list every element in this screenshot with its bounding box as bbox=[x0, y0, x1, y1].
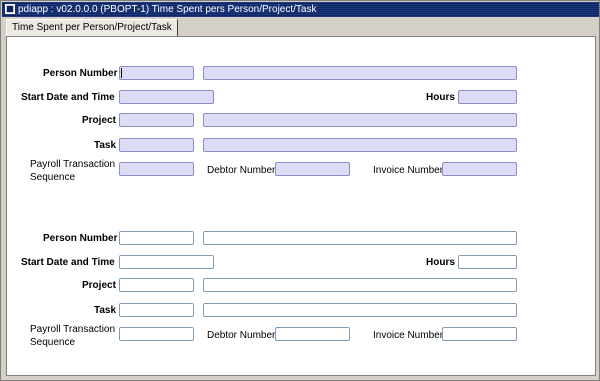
detail-project-field[interactable] bbox=[119, 278, 194, 292]
payroll-sequence-field[interactable] bbox=[119, 162, 194, 176]
detail-payroll-label-line1: Payroll Transaction bbox=[30, 324, 116, 335]
detail-invoice-number-field[interactable] bbox=[442, 327, 517, 341]
form-panel: Person Number Start Date and Time Hours … bbox=[6, 36, 596, 376]
hours-field[interactable] bbox=[458, 90, 517, 104]
debtor-number-field[interactable] bbox=[275, 162, 350, 176]
person-number-field[interactable] bbox=[119, 66, 194, 80]
debtor-number-label: Debtor Number bbox=[207, 165, 276, 176]
task-label: Task bbox=[94, 140, 117, 151]
detail-payroll-sequence-field[interactable] bbox=[119, 327, 194, 341]
detail-project-label: Project bbox=[82, 280, 116, 291]
detail-payroll-label-line2: Sequence bbox=[30, 337, 76, 348]
invoice-number-field[interactable] bbox=[442, 162, 517, 176]
detail-hours-field[interactable] bbox=[458, 255, 517, 269]
detail-hours-label: Hours bbox=[426, 257, 455, 268]
start-date-label: Start Date and Time bbox=[21, 92, 115, 103]
project-field[interactable] bbox=[119, 113, 194, 127]
invoice-number-label: Invoice Number bbox=[373, 165, 444, 176]
payroll-label-line2: Sequence bbox=[30, 172, 76, 183]
detail-project-description-field[interactable] bbox=[203, 278, 517, 292]
detail-start-date-label: Start Date and Time bbox=[21, 257, 115, 268]
detail-person-number-field[interactable] bbox=[119, 231, 194, 245]
task-field[interactable] bbox=[119, 138, 194, 152]
start-date-field[interactable] bbox=[119, 90, 214, 104]
window-title: pdiapp : v02.0.0.0 (PBOPT-1) Time Spent … bbox=[18, 4, 317, 15]
detail-invoice-number-label: Invoice Number bbox=[373, 330, 444, 341]
detail-task-field[interactable] bbox=[119, 303, 194, 317]
detail-debtor-number-field[interactable] bbox=[275, 327, 350, 341]
project-description-field[interactable] bbox=[203, 113, 517, 127]
task-description-field[interactable] bbox=[203, 138, 517, 152]
hours-label: Hours bbox=[426, 92, 455, 103]
detail-person-name-field[interactable] bbox=[203, 231, 517, 245]
project-label: Project bbox=[82, 115, 116, 126]
detail-debtor-number-label: Debtor Number bbox=[207, 330, 276, 341]
app-icon[interactable] bbox=[5, 4, 15, 14]
title-bar[interactable]: pdiapp : v02.0.0.0 (PBOPT-1) Time Spent … bbox=[2, 2, 599, 17]
person-name-field[interactable] bbox=[203, 66, 517, 80]
payroll-label-line1: Payroll Transaction bbox=[30, 159, 116, 170]
tab-time-spent[interactable]: Time Spent per Person/Project/Task bbox=[6, 19, 178, 36]
detail-person-number-label: Person Number bbox=[43, 233, 118, 244]
detail-task-description-field[interactable] bbox=[203, 303, 517, 317]
detail-task-label: Task bbox=[94, 305, 117, 316]
person-number-label: Person Number bbox=[43, 68, 118, 79]
detail-start-date-field[interactable] bbox=[119, 255, 214, 269]
app-window: pdiapp : v02.0.0.0 (PBOPT-1) Time Spent … bbox=[0, 0, 600, 381]
